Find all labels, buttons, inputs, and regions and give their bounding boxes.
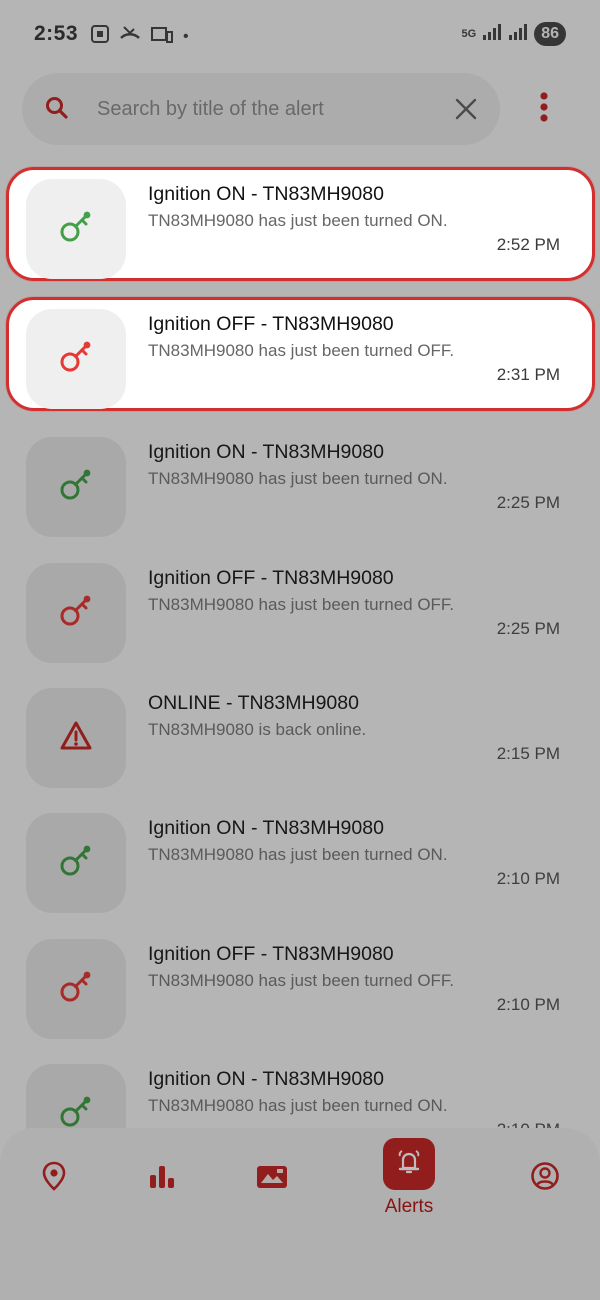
signal-icon	[508, 23, 528, 46]
alert-title: Ignition OFF - TN83MH9080	[148, 313, 394, 335]
bar-chart-icon	[148, 1163, 176, 1194]
alert-title: Ignition ON - TN83MH9080	[148, 817, 384, 839]
alert-item[interactable]: Ignition ON - TN83MH9080 TN83MH9080 has j…	[0, 423, 600, 543]
screenshot-icon	[90, 24, 110, 49]
ignition-key-icon	[56, 591, 96, 636]
alert-title: Ignition ON - TN83MH9080	[148, 1068, 384, 1090]
ignition-key-icon	[56, 465, 96, 510]
ignition-key-icon	[56, 841, 96, 886]
alert-title: Ignition ON - TN83MH9080	[148, 441, 384, 463]
profile-icon	[530, 1161, 560, 1196]
alert-icon-box	[26, 939, 126, 1039]
alert-description: TN83MH9080 is back online.	[148, 720, 367, 739]
alert-title: ONLINE - TN83MH9080	[148, 692, 359, 714]
status-dot: •	[183, 27, 189, 45]
alert-icon-box	[26, 563, 126, 663]
ignition-key-icon	[56, 967, 96, 1012]
alert-title: Ignition OFF - TN83MH9080	[148, 943, 394, 965]
nav-alerts-label[interactable]: Alerts	[368, 1196, 450, 1218]
alert-time: 2:31 PM	[496, 365, 560, 384]
alert-item[interactable]: Ignition ON - TN83MH9080 TN83MH9080 has j…	[0, 799, 600, 919]
nav-alerts[interactable]	[383, 1138, 435, 1190]
alert-time: 2:52 PM	[496, 235, 560, 254]
alert-title: Ignition ON - TN83MH9080	[148, 183, 384, 205]
warning-triangle-icon	[59, 719, 93, 758]
status-icons-right: 5G 86	[462, 22, 566, 46]
search-icon	[44, 95, 70, 126]
alert-description: TN83MH9080 has just been turned ON.	[148, 211, 448, 230]
status-time: 2:53	[34, 22, 79, 45]
alert-time: 2:10 PM	[496, 995, 560, 1014]
signal-icon	[482, 23, 502, 46]
search-bar[interactable]	[22, 73, 500, 145]
ignition-key-icon	[56, 207, 96, 252]
status-bar: 2:53 • 5G 86	[0, 0, 600, 70]
alert-time: 2:15 PM	[496, 744, 560, 763]
alert-item[interactable]: Ignition OFF - TN83MH9080 TN83MH9080 has …	[0, 549, 600, 669]
ignition-key-icon	[56, 337, 96, 382]
alert-icon-box	[26, 437, 126, 537]
network-type-icon: 5G	[461, 28, 477, 40]
alert-time: 2:10 PM	[496, 869, 560, 888]
missed-call-icon	[119, 24, 141, 49]
alert-item[interactable]: Ignition ON - TN83MH9080 TN83MH9080 has j…	[0, 165, 600, 285]
bottom-nav: Alerts	[0, 1128, 600, 1300]
alert-description: TN83MH9080 has just been turned ON.	[148, 469, 448, 488]
alerts-screen: 2:53 • 5G 86 Search by title of the aler…	[0, 0, 600, 1300]
more-vert-icon[interactable]	[534, 92, 554, 131]
video-camera-icon	[256, 1163, 288, 1194]
alert-description: TN83MH9080 has just been turned OFF.	[148, 595, 455, 614]
alarm-bell-icon	[394, 1147, 424, 1182]
nav-video[interactable]	[242, 1148, 302, 1208]
alert-icon-box	[26, 309, 126, 409]
status-icons-left: •	[90, 24, 189, 49]
device-icon	[150, 24, 174, 49]
location-pin-icon	[41, 1161, 67, 1196]
alert-time: 2:25 PM	[496, 619, 560, 638]
search-input[interactable]	[97, 91, 437, 127]
nav-reports[interactable]	[132, 1148, 192, 1208]
alert-icon-box	[26, 813, 126, 913]
alert-icon-box	[26, 179, 126, 279]
alert-title: Ignition OFF - TN83MH9080	[148, 567, 394, 589]
alert-item[interactable]: Ignition OFF - TN83MH9080 TN83MH9080 has …	[0, 925, 600, 1045]
battery-icon: 86	[534, 22, 566, 46]
alert-item[interactable]: ONLINE - TN83MH9080 TN83MH9080 is back on…	[0, 674, 600, 794]
alert-description: TN83MH9080 has just been turned OFF.	[148, 341, 455, 360]
alert-time: 2:25 PM	[496, 493, 560, 512]
alert-item[interactable]: Ignition OFF - TN83MH9080 TN83MH9080 has …	[0, 295, 600, 415]
alert-description: TN83MH9080 has just been turned OFF.	[148, 971, 455, 990]
nav-profile[interactable]	[515, 1148, 575, 1208]
nav-map[interactable]	[24, 1148, 84, 1208]
alert-icon-box	[26, 688, 126, 788]
alert-description: TN83MH9080 has just been turned ON.	[148, 1096, 448, 1115]
alert-description: TN83MH9080 has just been turned ON.	[148, 845, 448, 864]
close-icon[interactable]	[454, 97, 478, 126]
